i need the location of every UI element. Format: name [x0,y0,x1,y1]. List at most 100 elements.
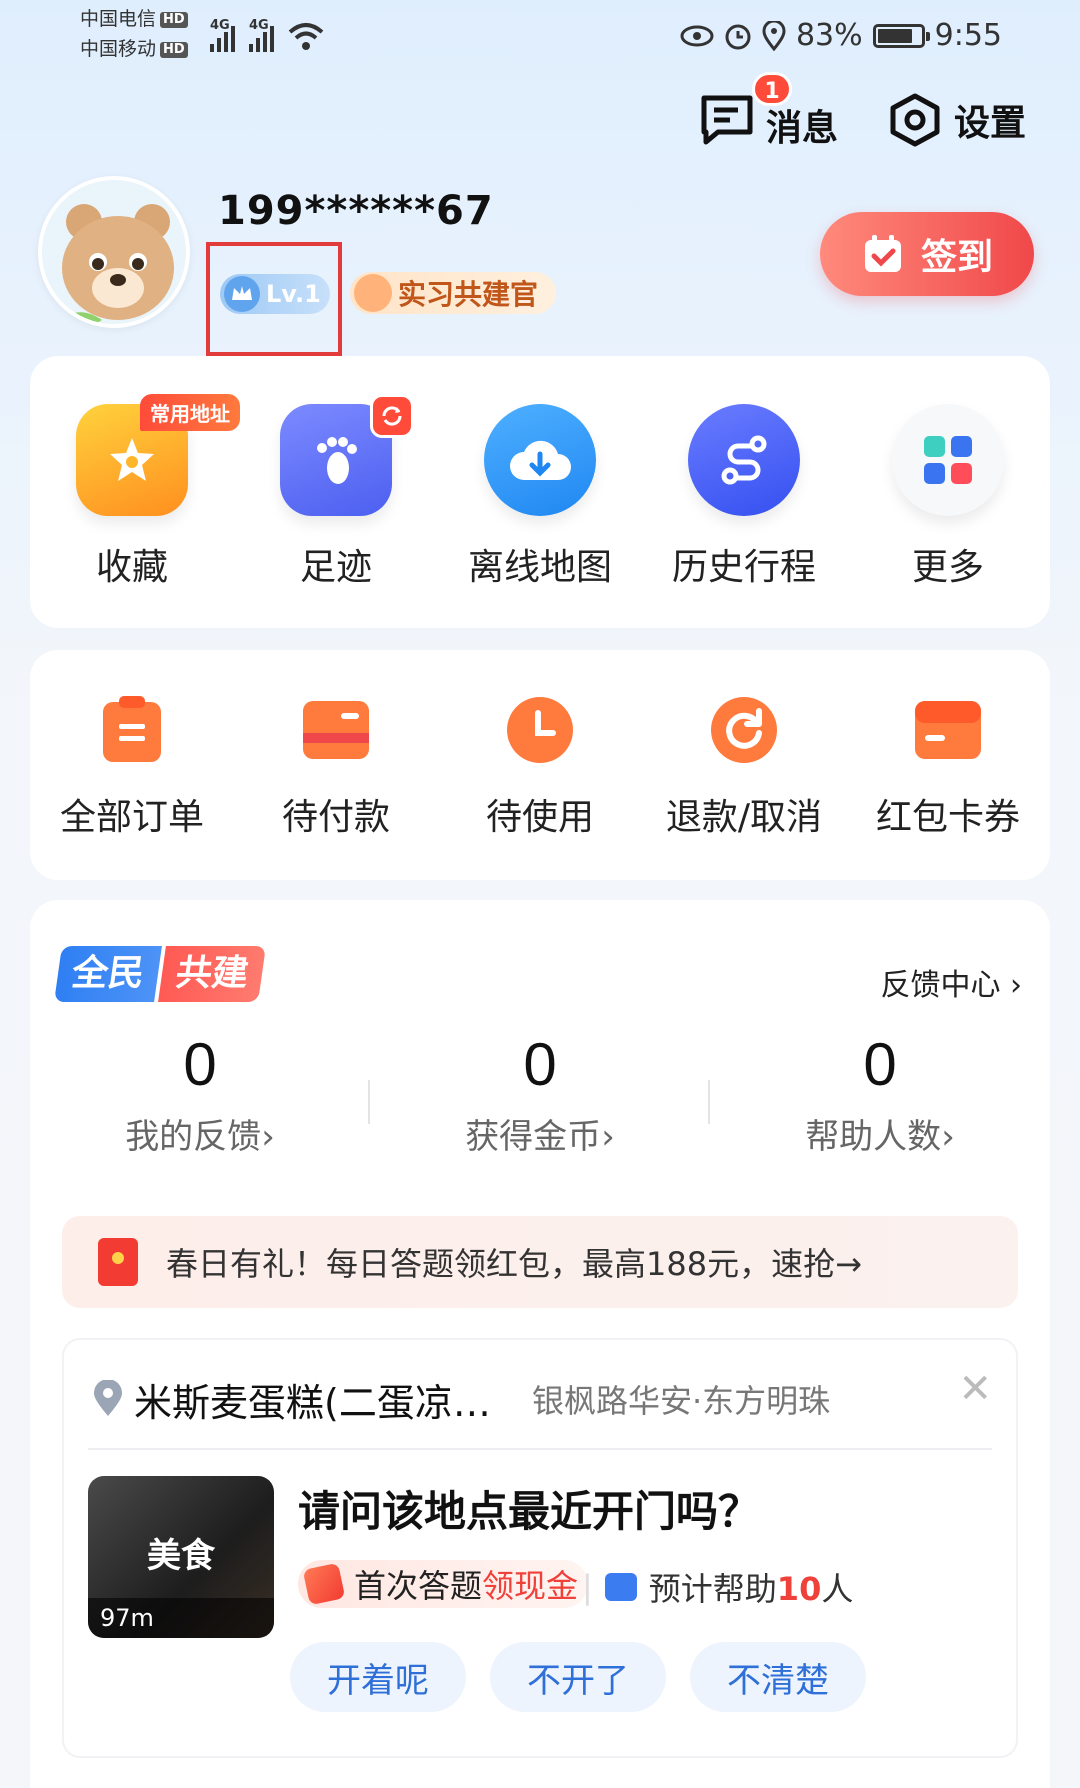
signal-icon: 4G [249,18,274,52]
place-distance: 97m [88,1598,274,1638]
shortcut-favorites[interactable]: 常用地址 收藏 [30,394,240,590]
carrier-2: 中国移动 HD [80,38,188,60]
shortcut-label: 历史行程 [671,547,816,588]
status-right: 83% 9:55 [680,18,1002,53]
wifi-icon [288,23,324,50]
stat-my-feedback[interactable]: 0 我的反馈› [30,1030,370,1158]
cobuild-logo: 全民 共建 [54,946,266,1002]
avatar[interactable] [38,176,190,328]
stat-value: 0 [863,1031,897,1098]
order-pending-payment[interactable]: 待付款 [234,694,438,840]
settings-label: 设置 [954,103,1027,144]
signal-icon: 4G [210,18,235,52]
chevron-right-icon: › [941,1117,955,1157]
estimated-help: | 预计帮助10人 [582,1564,853,1610]
alarm-icon [725,24,751,49]
answer-unsure-button[interactable]: 不清楚 [690,1642,866,1712]
stat-people-helped[interactable]: 0 帮助人数› [710,1030,1050,1158]
stat-value: 0 [523,1031,557,1098]
shortcut-label: 收藏 [95,547,168,588]
promo-banner[interactable]: 春日有礼！每日答题领红包，最高188元，速抢→ [62,1216,1018,1308]
stat-value: 0 [183,1031,217,1098]
order-list-icon [96,694,168,766]
order-label: 待付款 [281,797,390,838]
help-count: 10 [776,1570,822,1608]
cobuild-logo-part-2: 共建 [158,946,266,1002]
chevron-right-icon: › [601,1117,615,1157]
location-pin-icon [94,1380,122,1416]
order-to-use[interactable]: 待使用 [438,694,642,840]
settings-button[interactable]: 设置 [886,92,1026,148]
chevron-right-icon: › [261,1117,275,1157]
cobuild-logo-part-1: 全民 [54,946,162,1002]
feedback-center-label: 反馈中心 [880,968,1001,1003]
red-packet-icon [98,1238,138,1286]
reward-badge: 首次答题 领现金 [298,1560,589,1608]
crown-icon [224,276,260,312]
divider [88,1448,992,1450]
sync-icon [370,394,414,438]
feedback-center-link[interactable]: 反馈中心 › [880,960,1022,1004]
stat-label: 我的反馈 [125,1117,262,1157]
bear-avatar-icon [42,180,186,324]
shortcut-label: 更多 [911,547,984,588]
checkin-label: 签到 [920,237,993,278]
grid-icon [892,404,1004,516]
title-badge[interactable]: 实习共建官 [350,272,557,314]
eye-icon [680,25,714,46]
reward-highlight: 领现金 [482,1567,579,1605]
stat-coins-earned[interactable]: 0 获得金币› [370,1030,710,1158]
thumbnail-category: 美食 [147,1536,215,1576]
shortcut-offline-map[interactable]: 离线地图 [438,404,642,590]
title-badge-label: 实习共建官 [398,278,539,311]
promo-banner-text: 春日有礼！每日答题领红包，最高188元，速抢→ [166,1245,862,1283]
clock-icon [504,694,576,766]
shortcuts-card: 常用地址 收藏 足迹 离线地图 历史行程 更多 [30,356,1050,628]
order-all[interactable]: 全部订单 [30,694,234,840]
chevron-right-icon: › [1010,968,1022,1003]
coupon-icon [912,694,984,766]
order-label: 红包卡券 [875,797,1020,838]
chat-icon [604,1573,637,1601]
order-label: 退款/取消 [665,797,823,838]
place-question-card: 米斯麦蛋糕(二蛋凉… 银枫路华安·东方明珠 ✕ 美食 97m 请问该地点最近开门… [62,1338,1018,1758]
shortcut-label: 离线地图 [467,547,612,588]
answer-closed-button[interactable]: 不开了 [490,1642,666,1712]
cobuild-card: 全民 共建 反馈中心 › 0 我的反馈› 0 获得金币› 0 帮助人数› 春日有… [30,900,1050,1788]
gear-icon [890,93,940,147]
help-suffix: 人 [821,1570,854,1608]
level-badge[interactable]: Lv.1 [220,274,330,314]
battery-icon [872,23,930,48]
shortcut-footprints[interactable]: 足迹 [234,394,438,590]
refund-icon [708,694,780,766]
order-refund[interactable]: 退款/取消 [642,694,846,840]
message-icon [701,95,753,145]
stat-label: 帮助人数 [805,1117,942,1157]
cloud-download-icon [484,404,596,516]
checkin-button[interactable]: 签到 [820,212,1034,296]
user-phone: 199******67 [218,188,494,234]
shortcut-more[interactable]: 更多 [846,404,1050,590]
level-text: Lv.1 [266,280,321,308]
signal-indicators: 4G 4G [210,18,324,52]
shortcut-label: 足迹 [299,547,372,588]
shortcut-trip-history[interactable]: 历史行程 [642,404,846,590]
battery-percent: 83% [795,18,863,53]
stat-label: 获得金币 [465,1117,602,1157]
place-thumbnail[interactable]: 美食 97m [88,1476,274,1638]
calendar-check-icon [864,235,901,272]
order-coupons[interactable]: 红包卡券 [846,694,1050,840]
reward-text: 首次答题 [354,1567,483,1605]
orders-card: 全部订单 待付款 待使用 退款/取消 红包卡券 [30,650,1050,880]
cobuild-stats: 0 我的反馈› 0 获得金币› 0 帮助人数› [30,1030,1050,1158]
place-address: 银枫路华安·东方明珠 [532,1382,831,1420]
red-envelope-icon [302,1562,346,1606]
answer-open-button[interactable]: 开着呢 [290,1642,466,1712]
message-count-badge: 1 [752,72,792,106]
question-title: 请问该地点最近开门吗？ [298,1487,761,1536]
answer-options: 开着呢 不开了 不清楚 [290,1642,866,1712]
close-icon[interactable]: ✕ [958,1366,992,1412]
carrier-1: 中国电信 HD [80,8,188,30]
place-name[interactable]: 米斯麦蛋糕(二蛋凉… [134,1372,491,1427]
messages-button[interactable]: 1 消息 [698,72,838,157]
